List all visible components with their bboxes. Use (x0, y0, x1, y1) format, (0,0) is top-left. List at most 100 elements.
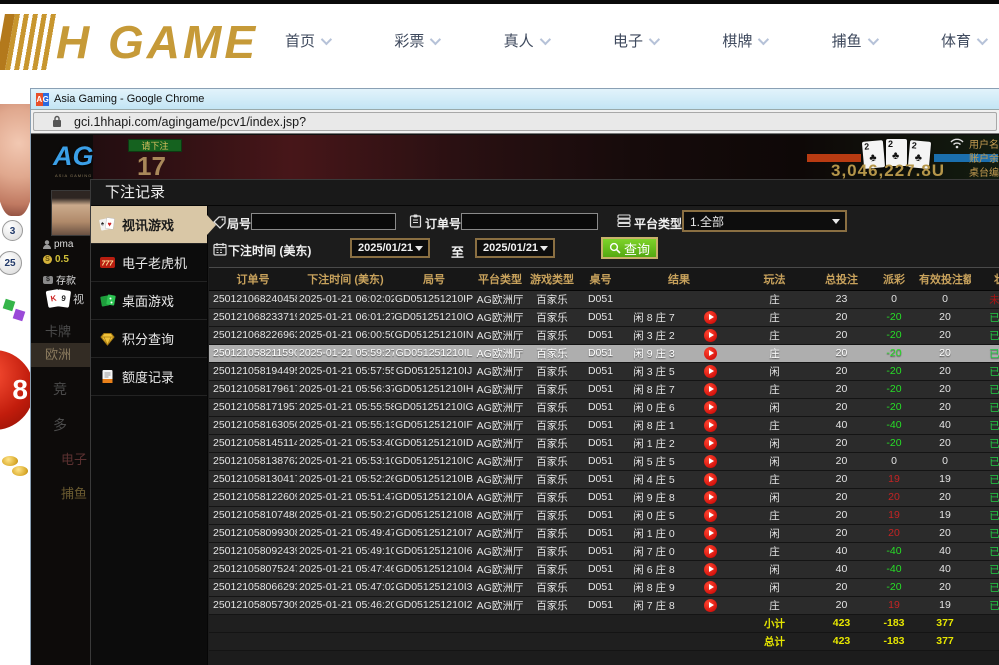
replay-icon[interactable] (704, 347, 717, 360)
table-row[interactable]: 2501210581451142025-01-21 05:53:40GD0512… (209, 434, 999, 452)
site-logo[interactable]: H GAME (0, 8, 258, 76)
svg-text:♥: ♥ (108, 222, 112, 229)
cell: 已派彩 (971, 452, 999, 470)
cell: 2025-01-21 05:46:20 (297, 596, 394, 614)
platform-select[interactable]: 1.全部 (682, 210, 847, 232)
table-row[interactable]: 2501210582115902025-01-21 05:59:27GD0512… (209, 344, 999, 362)
replay-icon[interactable] (704, 491, 717, 504)
replay-icon[interactable] (704, 365, 717, 378)
cell: 20 (869, 524, 919, 542)
menu-item-slots[interactable]: 电子 (61, 449, 87, 468)
replay-icon[interactable] (704, 329, 717, 342)
cell: 2025-01-21 05:55:13 (297, 416, 394, 434)
table-row[interactable]: 2501210682337192025-01-21 06:01:27GD0512… (209, 308, 999, 326)
table-row[interactable]: 2501210581226092025-01-21 05:51:47GD0512… (209, 488, 999, 506)
replay-icon[interactable] (704, 509, 717, 522)
cell: 已派彩 (971, 542, 999, 560)
cell: 百家乐 (526, 398, 578, 416)
search-button[interactable]: 查询 (601, 237, 658, 259)
cell: 闲 7 庄 8 (623, 596, 685, 614)
table-row[interactable]: 2501210580993082025-01-21 05:49:47GD0512… (209, 524, 999, 542)
table-row[interactable]: 2501210581304172025-01-21 05:52:26GD0512… (209, 470, 999, 488)
video-game-shortcut[interactable]: K 9 视 (47, 290, 84, 307)
sidebar-item-video-games[interactable]: ♥♠ 视讯游戏 (91, 206, 207, 244)
order-input[interactable] (461, 213, 598, 230)
cell: 小计 (735, 614, 814, 632)
cell: D051 (578, 416, 623, 434)
cell: 0 (919, 290, 971, 308)
cell: 已派彩 (971, 434, 999, 452)
nav-item-lottery[interactable]: 彩票 (394, 30, 438, 51)
cell: D051 (578, 290, 623, 308)
replay-icon[interactable] (704, 401, 717, 414)
table-row[interactable]: 2501210581387622025-01-21 05:53:10GD0512… (209, 452, 999, 470)
gold-coin (12, 466, 28, 476)
table-row[interactable]: 2501210581630502025-01-21 05:55:13GD0512… (209, 416, 999, 434)
sidebar-item-credit-records[interactable]: 额度记录 (91, 358, 207, 396)
window-titlebar[interactable]: AG Asia Gaming - Google Chrome (31, 89, 999, 109)
menu-item-jing[interactable]: 竞 (53, 379, 67, 399)
ag-favicon: AG (36, 93, 49, 106)
menu-item-cards[interactable]: 卡牌 (45, 321, 71, 340)
table-row[interactable]: 2501210581719572025-01-21 05:55:58GD0512… (209, 398, 999, 416)
column-header: 桌号 (578, 268, 623, 290)
table-row[interactable]: 2501210580573092025-01-21 05:46:20GD0512… (209, 596, 999, 614)
cell: 庄 (735, 308, 814, 326)
table-row[interactable]: 2501210580752472025-01-21 05:47:46GD0512… (209, 560, 999, 578)
replay-icon[interactable] (704, 545, 717, 558)
date-from-picker[interactable]: 2025/01/21 (350, 238, 430, 258)
table-row[interactable]: 2501210581074802025-01-21 05:50:27GD0512… (209, 506, 999, 524)
cell: 40 (919, 542, 971, 560)
cell: 20 (919, 308, 971, 326)
menu-item-duo[interactable]: 多 (53, 415, 67, 435)
replay-icon[interactable] (704, 563, 717, 576)
replay-icon[interactable] (704, 599, 717, 612)
cell: 250121058099308 (209, 524, 297, 542)
column-header: 平台类型 (474, 268, 526, 290)
nav-item-home[interactable]: 首页 (285, 30, 329, 51)
table-row[interactable]: 2501210580924392025-01-21 05:49:10GD0512… (209, 542, 999, 560)
sidebar-item-table-games[interactable]: 桌面游戏 (91, 282, 207, 320)
table-row[interactable]: 2501210682269632025-01-21 06:00:50GD0512… (209, 326, 999, 344)
sidebar-item-points-query[interactable]: 积分查询 (91, 320, 207, 358)
sidebar-item-slot-machines[interactable]: 777 电子老虎机 (91, 244, 207, 282)
replay-icon[interactable] (704, 419, 717, 432)
nav-item-cards[interactable]: 棋牌 (722, 30, 766, 51)
menu-item-fishing[interactable]: 捕鱼 (61, 483, 87, 502)
replay-icon[interactable] (704, 437, 717, 450)
cell: 已派彩 (971, 470, 999, 488)
url-bar[interactable]: gci.1hhapi.com/agingame/pcv1/index.jsp? (33, 112, 997, 131)
cell: D051 (578, 326, 623, 344)
replay-icon[interactable] (704, 311, 717, 324)
nav-item-fishing[interactable]: 捕鱼 (832, 30, 876, 51)
video-label: 视 (73, 291, 84, 307)
nav-item-slots[interactable]: 电子 (613, 30, 657, 51)
wifi-icon (949, 137, 965, 149)
cell: AG欧洲厅 (474, 470, 526, 488)
replay-icon[interactable] (704, 581, 717, 594)
table-row[interactable]: 2501210580662932025-01-21 05:47:02GD0512… (209, 578, 999, 596)
replay-icon[interactable] (704, 383, 717, 396)
cell: 250121058107480 (209, 506, 297, 524)
cell: 20 (869, 488, 919, 506)
deposit-label: 存款 (56, 272, 76, 287)
nav-item-sports[interactable]: 体育 (941, 30, 985, 51)
cell (685, 326, 735, 344)
background-promo-strip: 3 25 8 (0, 88, 30, 665)
dropdown-arrow-icon (540, 246, 548, 251)
nav-item-live[interactable]: 真人 (504, 30, 548, 51)
deposit-button[interactable]: $ 存款 (43, 272, 76, 287)
bet-table-body: 2501210682404582025-01-21 06:02:02GD0512… (209, 290, 999, 650)
table-row[interactable]: 2501210682404582025-01-21 06:02:02GD0512… (209, 290, 999, 308)
date-to-picker[interactable]: 2025/01/21 (475, 238, 555, 258)
replay-icon[interactable] (704, 455, 717, 468)
column-header: 下注时间 (美东) (297, 268, 394, 290)
replay-icon[interactable] (704, 473, 717, 486)
table-row[interactable]: 2501210581796172025-01-21 05:56:37GD0512… (209, 380, 999, 398)
table-row[interactable]: 2501210581944952025-01-21 05:57:55GD0512… (209, 362, 999, 380)
menu-item-europe[interactable]: 欧洲 (31, 343, 93, 367)
replay-icon[interactable] (704, 527, 717, 540)
round-input[interactable] (251, 213, 396, 230)
cell: 2025-01-21 06:01:27 (297, 308, 394, 326)
cell: 20 (919, 326, 971, 344)
